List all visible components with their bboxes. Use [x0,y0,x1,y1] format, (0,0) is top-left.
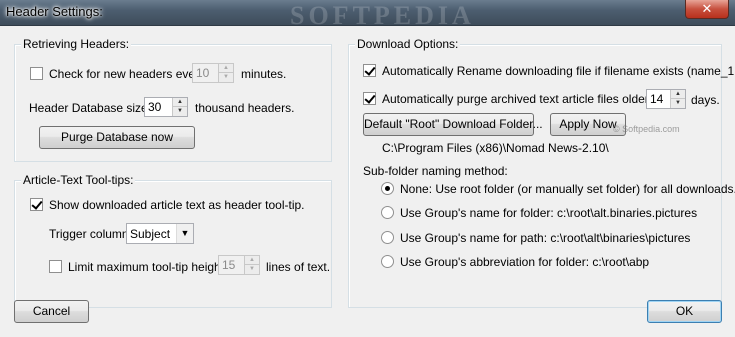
chevron-down-icon: ▼ [176,224,193,243]
limit-height-checkbox[interactable] [49,260,62,273]
dialog-client: Retrieving Headers: Check for new header… [1,26,735,337]
trigger-column-select[interactable]: Subject ▼ [126,223,194,244]
auto-rename-checkbox[interactable] [363,64,376,77]
limit-height-spinner[interactable]: 15 ▲ ▼ [218,255,260,275]
option-label: Use Group's name for path: c:\root\alt\b… [400,231,691,245]
radio-button[interactable] [381,182,394,195]
db-size-value: 30 [148,100,162,114]
option-label: Use Group's name for folder: c:\root\alt… [400,206,698,220]
ok-button[interactable]: OK [647,300,722,323]
limit-height-value: 15 [222,258,236,272]
db-size-label: Header Database size: [29,101,152,115]
option-label: Use Group's abbreviation for folder: c:\… [400,255,650,269]
show-tooltip-row[interactable]: Show downloaded article text as header t… [30,198,305,212]
cancel-button[interactable]: Cancel [14,300,89,323]
db-size-suffix: thousand headers. [195,101,295,115]
auto-rename-row[interactable]: Automatically Rename downloading file if… [363,64,735,78]
limit-height-label: Limit maximum tool-tip height to: [68,260,241,274]
purge-days-spinner[interactable]: 14 ▲ ▼ [646,89,686,109]
purge-days-value: 14 [650,92,664,106]
check-headers-label: Check for new headers every [49,67,206,81]
window-title: Header Settings: [6,4,103,19]
radio-button[interactable] [381,255,394,268]
softpedia-watermark: © Softpedia.com [613,124,680,134]
group-label: Download Options: [355,37,461,51]
limit-height-suffix: lines of text. [266,260,331,274]
subfolder-option-group-path[interactable]: Use Group's name for path: c:\root\alt\b… [381,231,690,245]
download-options-group: Download Options: Automatically Rename d… [348,37,735,308]
trigger-column-value: Subject [130,227,171,241]
auto-purge-checkbox[interactable] [363,92,376,105]
purge-database-button[interactable]: Purge Database now [39,126,195,149]
check-headers-checkbox[interactable] [30,67,43,80]
subfolder-option-group-folder[interactable]: Use Group's name for folder: c:\root\alt… [381,206,697,220]
title-bar: SOFTPEDIA Header Settings: ✕ [0,0,735,30]
group-label: Article-Text Tool-tips: [21,173,136,187]
spin-up-icon[interactable]: ▲ [245,256,259,265]
group-label: Retrieving Headers: [21,37,132,51]
spin-down-icon[interactable]: ▼ [671,99,685,108]
minutes-spinner[interactable]: 10 ▲ ▼ [192,63,234,83]
subfolder-method-label: Sub-folder naming method: [363,164,508,178]
root-folder-button[interactable]: Default "Root" Download Folder... [363,113,543,136]
article-tooltips-group: Article-Text Tool-tips: Show downloaded … [14,173,332,308]
minutes-label: minutes. [241,67,287,81]
option-label: None: Use root folder (or manually set f… [400,182,735,196]
auto-rename-label: Automatically Rename downloading file if… [382,64,735,78]
subfolder-option-none[interactable]: None: Use root folder (or manually set f… [381,182,735,196]
trigger-column-label: Trigger column: [49,227,132,241]
auto-purge-row[interactable]: Automatically purge archived text articl… [363,92,675,106]
download-path: C:\Program Files (x86)\Nomad News-2.10\ [382,141,609,155]
purge-days-suffix: days. [691,93,720,107]
subfolder-option-abbreviation[interactable]: Use Group's abbreviation for folder: c:\… [381,255,649,269]
spin-down-icon[interactable]: ▼ [219,73,233,82]
db-size-spinner[interactable]: 30 ▲ ▼ [144,97,188,117]
spin-up-icon[interactable]: ▲ [219,64,233,73]
retrieving-headers-group: Retrieving Headers: Check for new header… [14,37,332,162]
show-tooltip-label: Show downloaded article text as header t… [49,198,305,212]
show-tooltip-checkbox[interactable] [30,198,43,211]
check-headers-row[interactable]: Check for new headers every [30,67,205,81]
close-button[interactable]: ✕ [685,0,729,19]
spin-up-icon[interactable]: ▲ [671,90,685,99]
radio-button[interactable] [381,231,394,244]
spin-up-icon[interactable]: ▲ [173,98,187,107]
close-icon: ✕ [701,1,713,16]
spin-down-icon[interactable]: ▼ [173,107,187,116]
spin-down-icon[interactable]: ▼ [245,265,259,274]
radio-button[interactable] [381,206,394,219]
auto-purge-label: Automatically purge archived text articl… [382,92,676,106]
minutes-value: 10 [196,66,210,80]
limit-height-row[interactable]: Limit maximum tool-tip height to: [49,260,241,274]
